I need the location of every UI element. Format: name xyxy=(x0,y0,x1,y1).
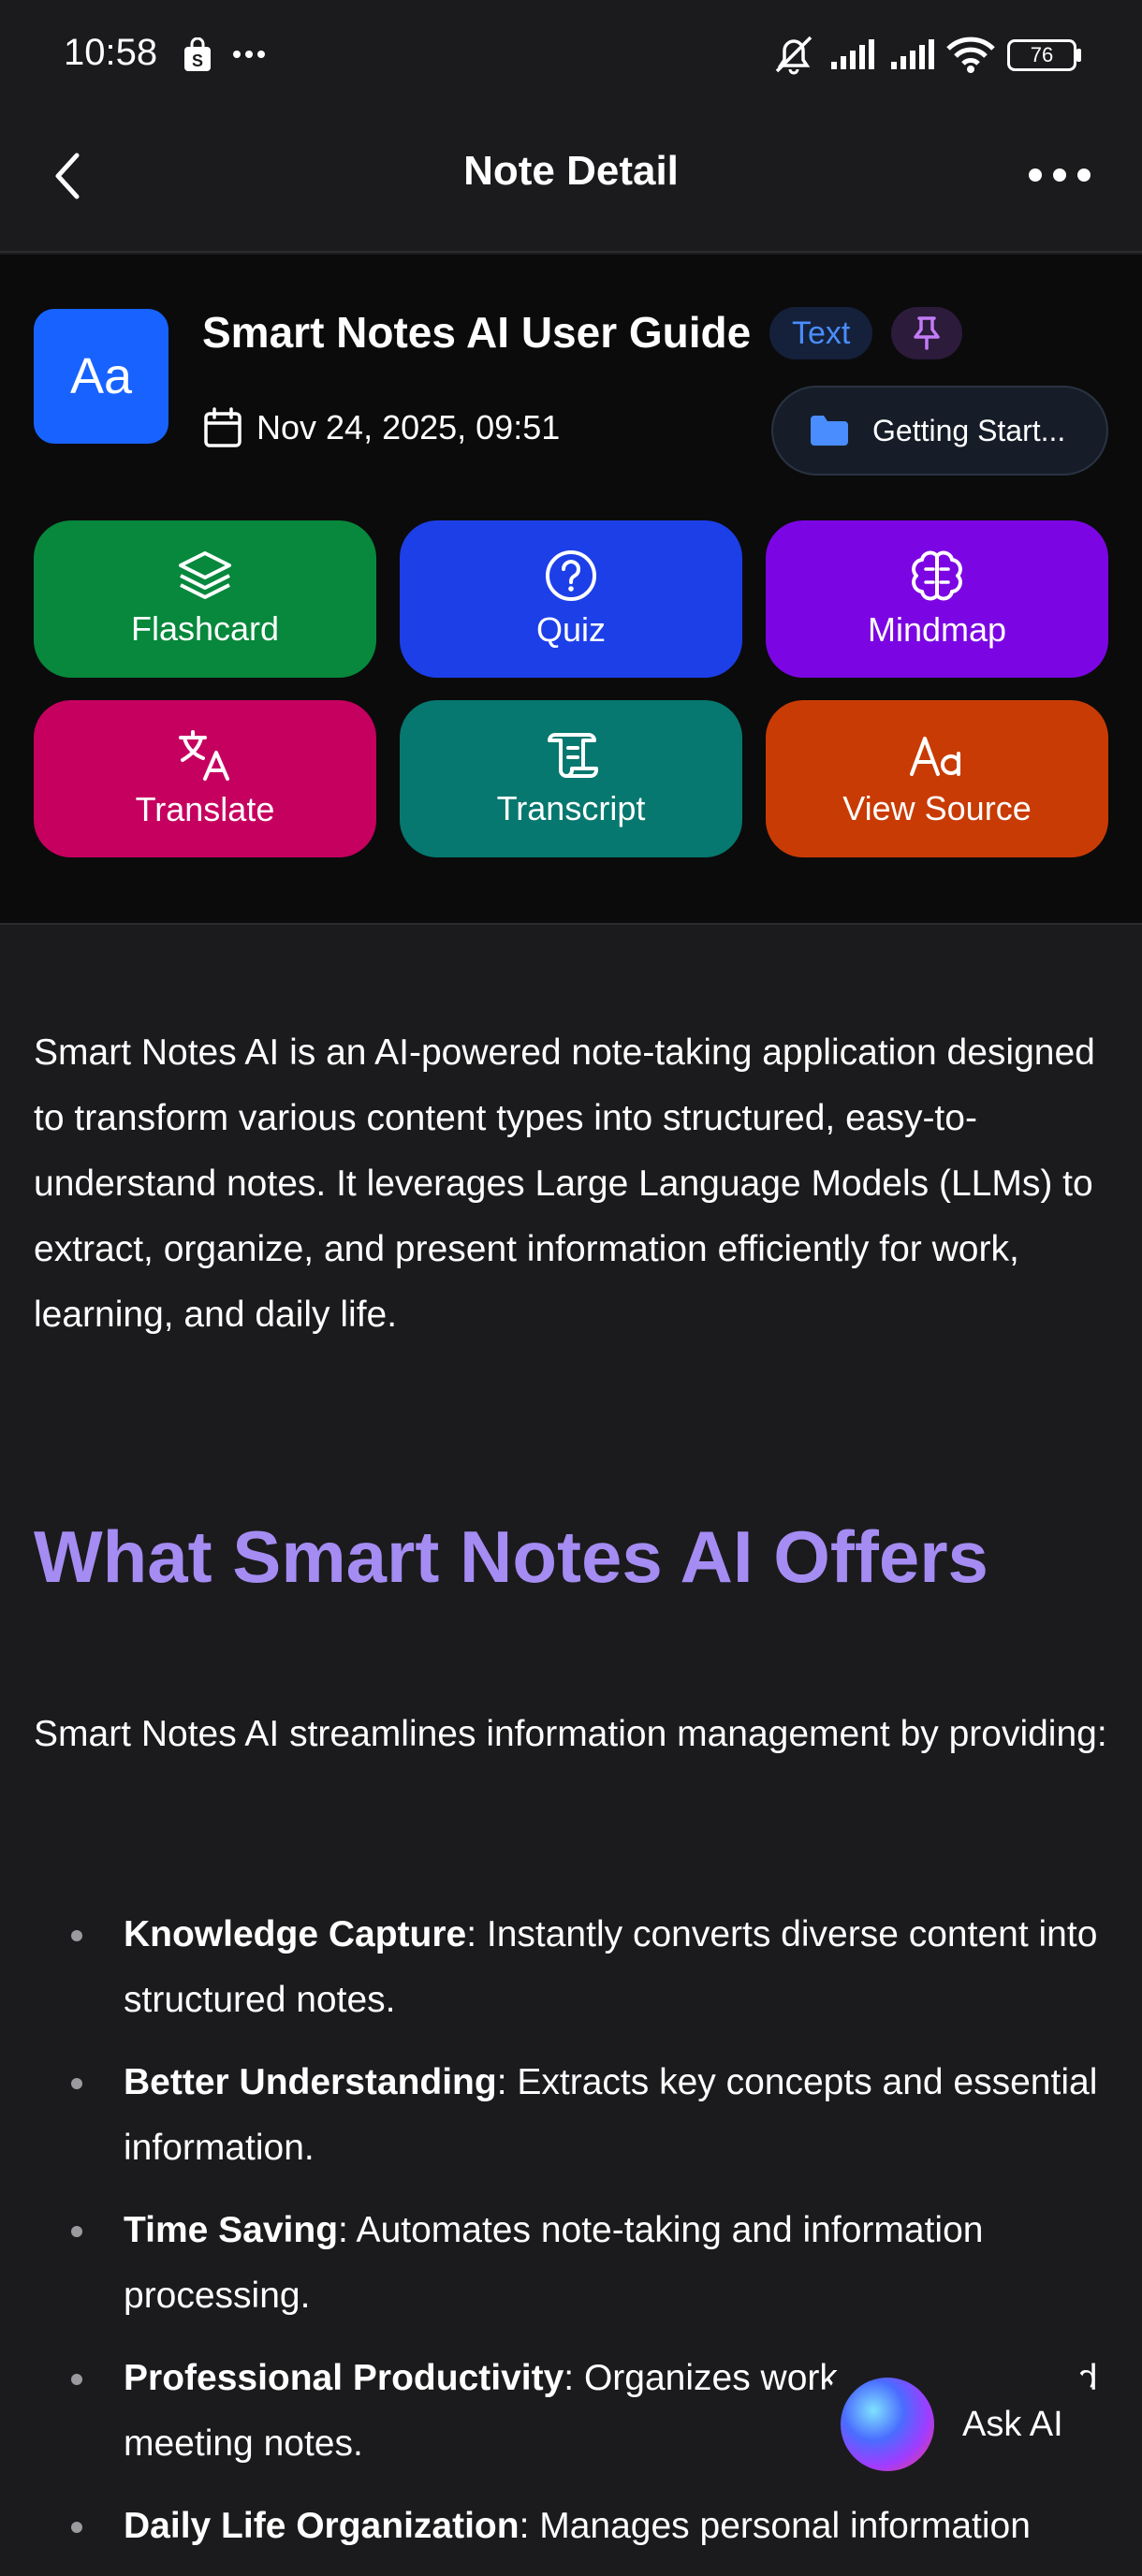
quiz-button[interactable]: Quiz xyxy=(400,520,742,678)
mute-icon xyxy=(775,36,813,75)
note-header: Aa Smart Notes AI User Guide Text Nov 24… xyxy=(0,255,1142,925)
list-item-term: Knowledge Capture xyxy=(124,1914,467,1954)
mindmap-label: Mindmap xyxy=(867,610,1007,649)
ai-orb-icon xyxy=(841,2378,934,2471)
list-item: Better Understanding: Extracts key conce… xyxy=(34,2050,1110,2181)
list-item-term: Professional Productivity xyxy=(124,2358,564,2398)
more-horizontal-icon[interactable] xyxy=(1022,152,1097,198)
translate-icon xyxy=(179,730,229,781)
quiz-label: Quiz xyxy=(535,610,607,649)
brain-icon xyxy=(912,550,962,601)
folder-chip[interactable]: Getting Start... xyxy=(771,386,1108,476)
type-badge: Text xyxy=(769,307,873,359)
text-aa-icon xyxy=(910,737,960,776)
ask-ai-label: Ask AI xyxy=(962,2404,1063,2444)
list-item: Time Saving: Automates note-taking and i… xyxy=(34,2198,1110,2329)
view-source-button[interactable]: View Source xyxy=(766,700,1108,857)
list-item-text: : Manages personal information xyxy=(519,2506,1031,2546)
note-title: Smart Notes AI User Guide xyxy=(202,308,752,357)
app-bar: Note Detail xyxy=(0,110,1142,253)
status-time: 10:58 xyxy=(64,32,158,73)
bullet-dot xyxy=(71,1930,82,1941)
shopping-bag-icon: S xyxy=(184,37,211,71)
list-item: Daily Life Organization: Manages persona… xyxy=(34,2494,1110,2559)
calendar-icon xyxy=(204,407,242,447)
more-dots-icon xyxy=(233,51,265,58)
folder-icon xyxy=(811,416,848,446)
bullet-dot xyxy=(71,2374,82,2385)
list-item: Knowledge Capture: Instantly converts di… xyxy=(34,1902,1110,2033)
layers-icon xyxy=(179,551,231,599)
battery-cap xyxy=(1076,49,1081,62)
ask-ai-button[interactable]: Ask AI xyxy=(820,2351,1101,2497)
mindmap-button[interactable]: Mindmap xyxy=(766,520,1108,678)
flashcard-label: Flashcard xyxy=(130,609,280,648)
translate-label: Translate xyxy=(135,790,275,828)
section-heading: What Smart Notes AI Offers xyxy=(34,1515,988,1598)
status-bar: 10:58 S 76 xyxy=(0,0,1142,110)
battery-icon: 76 xyxy=(1007,39,1076,71)
list-item-term: Time Saving xyxy=(124,2210,339,2250)
list-item-term: Daily Life Organization xyxy=(124,2506,520,2546)
view-source-label: View Source xyxy=(842,789,1032,827)
scroll-icon xyxy=(548,733,598,778)
bullet-dot xyxy=(71,2522,82,2533)
note-date: Nov 24, 2025, 09:51 xyxy=(256,408,561,446)
page-title: Note Detail xyxy=(463,148,679,194)
svg-text:S: S xyxy=(192,51,203,70)
pin-icon xyxy=(914,316,940,350)
folder-label: Getting Start... xyxy=(872,413,1066,447)
intro-paragraph: Smart Notes AI is an AI-powered note-tak… xyxy=(34,1032,1095,1335)
bullet-dot xyxy=(71,2078,82,2089)
note-date-row: Nov 24, 2025, 09:51 xyxy=(202,406,560,449)
signal-icon xyxy=(831,39,874,69)
transcript-label: Transcript xyxy=(496,789,646,827)
pin-button[interactable] xyxy=(891,307,962,359)
question-circle-icon xyxy=(546,550,596,601)
transcript-button[interactable]: Transcript xyxy=(400,700,742,857)
note-type-tile: Aa xyxy=(34,309,168,444)
signal-icon xyxy=(891,39,934,69)
wifi-icon xyxy=(946,37,995,73)
lead-paragraph: Smart Notes AI streamlines information m… xyxy=(34,1714,1107,1754)
list-item-term: Better Understanding xyxy=(124,2062,497,2102)
battery-level: 76 xyxy=(1030,43,1054,66)
bullet-dot xyxy=(71,2226,82,2237)
translate-button[interactable]: Translate xyxy=(34,700,376,857)
flashcard-button[interactable]: Flashcard xyxy=(34,520,376,678)
